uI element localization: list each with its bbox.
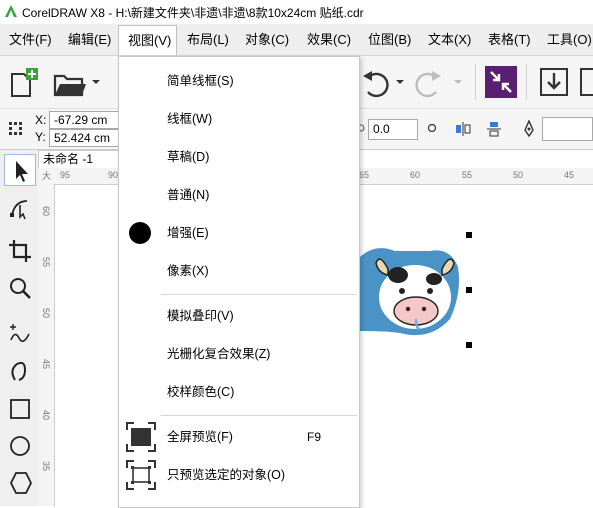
undo-icon[interactable] xyxy=(360,68,390,98)
full-screen-preview-icon xyxy=(126,422,156,452)
menu-file[interactable]: 文件(F) xyxy=(9,24,52,55)
ruler-tick: 45 xyxy=(564,170,575,180)
x-position-field[interactable]: -67.29 cm xyxy=(49,111,119,129)
chevron-down-icon[interactable] xyxy=(395,78,405,86)
menu-bitmaps[interactable]: 位图(B) xyxy=(368,24,411,55)
ruler-tick: 40 xyxy=(41,410,51,421)
menu-item-rasterize-complex-effects[interactable]: 光栅化复合效果(Z) xyxy=(167,345,270,363)
selected-radio-icon xyxy=(129,222,151,244)
toolbar-divider xyxy=(526,64,527,100)
ellipse-tool-icon[interactable] xyxy=(7,433,33,459)
menu-item-simulate-overprints[interactable]: 模拟叠印(V) xyxy=(167,307,234,325)
menu-view[interactable]: 视图(V) xyxy=(118,25,177,55)
mirror-horizontal-icon[interactable] xyxy=(454,120,472,138)
position-grid-icon xyxy=(9,122,22,135)
ruler-tick: 50 xyxy=(513,170,524,180)
ruler-tick: 55 xyxy=(41,257,51,268)
chevron-down-icon[interactable] xyxy=(91,78,101,86)
menu-object[interactable]: 对象(C) xyxy=(245,24,289,55)
menu-item-enhanced[interactable]: 增强(E) xyxy=(167,224,209,242)
ruler-corner-label: 大 xyxy=(42,171,52,181)
selection-handle[interactable] xyxy=(466,342,472,348)
shortcut-f9: F9 xyxy=(307,430,322,444)
menu-item-wireframe[interactable]: 线框(W) xyxy=(167,110,212,128)
menu-item-pixels[interactable]: 像素(X) xyxy=(167,262,209,280)
artistic-media-tool-icon[interactable] xyxy=(7,358,33,384)
menu-tools[interactable]: 工具(O) xyxy=(547,24,592,55)
mirror-vertical-icon[interactable] xyxy=(485,120,503,138)
toolbar-divider xyxy=(475,64,476,100)
menu-layout[interactable]: 布局(L) xyxy=(187,24,229,55)
rotation-angle-field[interactable]: 0.0 xyxy=(368,119,418,140)
zoom-tool-icon[interactable] xyxy=(7,275,33,301)
ruler-tick: 65 xyxy=(359,170,370,180)
menu-item-proof-colors[interactable]: 校样颜色(C) xyxy=(167,383,234,401)
crop-tool-icon[interactable] xyxy=(7,238,33,264)
toolbox xyxy=(0,150,39,506)
pick-tool-icon[interactable] xyxy=(7,158,33,184)
document-tab[interactable]: 未命名 -1 xyxy=(38,150,123,168)
preview-selected-only-icon xyxy=(126,460,156,490)
title-bar: CorelDRAW X8 - H:\新建文件夹\非遗\非遗\8款10x24cm … xyxy=(0,0,593,24)
ruler-tick: 50 xyxy=(41,308,51,319)
ruler-tick: 95 xyxy=(60,170,71,180)
menu-item-normal[interactable]: 普通(N) xyxy=(167,186,209,204)
y-position-field[interactable]: 52.424 cm xyxy=(49,129,119,147)
menu-separator xyxy=(161,294,357,295)
vertical-ruler: 60 55 50 45 40 35 xyxy=(38,184,55,506)
menu-edit[interactable]: 编辑(E) xyxy=(68,24,111,55)
y-label: Y: xyxy=(35,130,46,144)
polygon-tool-icon[interactable] xyxy=(7,470,33,496)
open-folder-icon[interactable] xyxy=(52,68,86,98)
ruler-tick: 60 xyxy=(41,206,51,217)
menu-table[interactable]: 表格(T) xyxy=(488,24,531,55)
new-document-icon[interactable] xyxy=(8,68,40,98)
publish-icon[interactable] xyxy=(578,66,593,98)
x-label: X: xyxy=(35,113,47,127)
shape-tool-icon[interactable] xyxy=(7,195,33,221)
menu-text[interactable]: 文本(X) xyxy=(428,24,471,55)
selection-handle[interactable] xyxy=(466,287,472,293)
cow-sticker[interactable] xyxy=(350,243,470,353)
ruler-tick: 35 xyxy=(41,461,51,472)
menu-effects[interactable]: 效果(C) xyxy=(307,24,351,55)
menu-item-draft[interactable]: 草稿(D) xyxy=(167,148,209,166)
export-icon[interactable] xyxy=(538,66,570,98)
pen-outline-icon[interactable] xyxy=(522,120,536,138)
chevron-down-icon[interactable] xyxy=(453,78,463,86)
rotate-circle-icon[interactable] xyxy=(427,123,437,133)
window-title: CorelDRAW X8 - H:\新建文件夹\非遗\非遗\8款10x24cm … xyxy=(22,6,364,20)
outline-width-field[interactable] xyxy=(542,117,593,141)
freehand-tool-icon[interactable] xyxy=(7,320,33,346)
redo-icon[interactable] xyxy=(414,68,444,98)
menu-separator xyxy=(161,415,357,416)
menu-item-simple-wireframe[interactable]: 简单线框(S) xyxy=(167,72,234,90)
ruler-tick: 45 xyxy=(41,359,51,370)
menu-bar: 文件(F) 编辑(E) 视图(V) 布局(L) 对象(C) 效果(C) 位图(B… xyxy=(0,24,593,56)
menu-item-full-screen-preview[interactable]: 全屏预览(F) xyxy=(167,428,233,446)
ruler-tick: 55 xyxy=(462,170,473,180)
coreldraw-logo-icon xyxy=(4,4,18,18)
ruler-tick: 60 xyxy=(410,170,421,180)
menu-item-preview-selected-only[interactable]: 只预览选定的对象(O) xyxy=(167,466,285,484)
selection-handle[interactable] xyxy=(466,232,472,238)
view-menu-dropdown: 简单线框(S) 线框(W) 草稿(D) 普通(N) 增强(E) 像素(X) 模拟… xyxy=(118,56,360,508)
ruler-tick: 90 xyxy=(108,170,119,180)
import-arrows-icon[interactable] xyxy=(485,66,517,98)
rectangle-tool-icon[interactable] xyxy=(7,396,33,422)
